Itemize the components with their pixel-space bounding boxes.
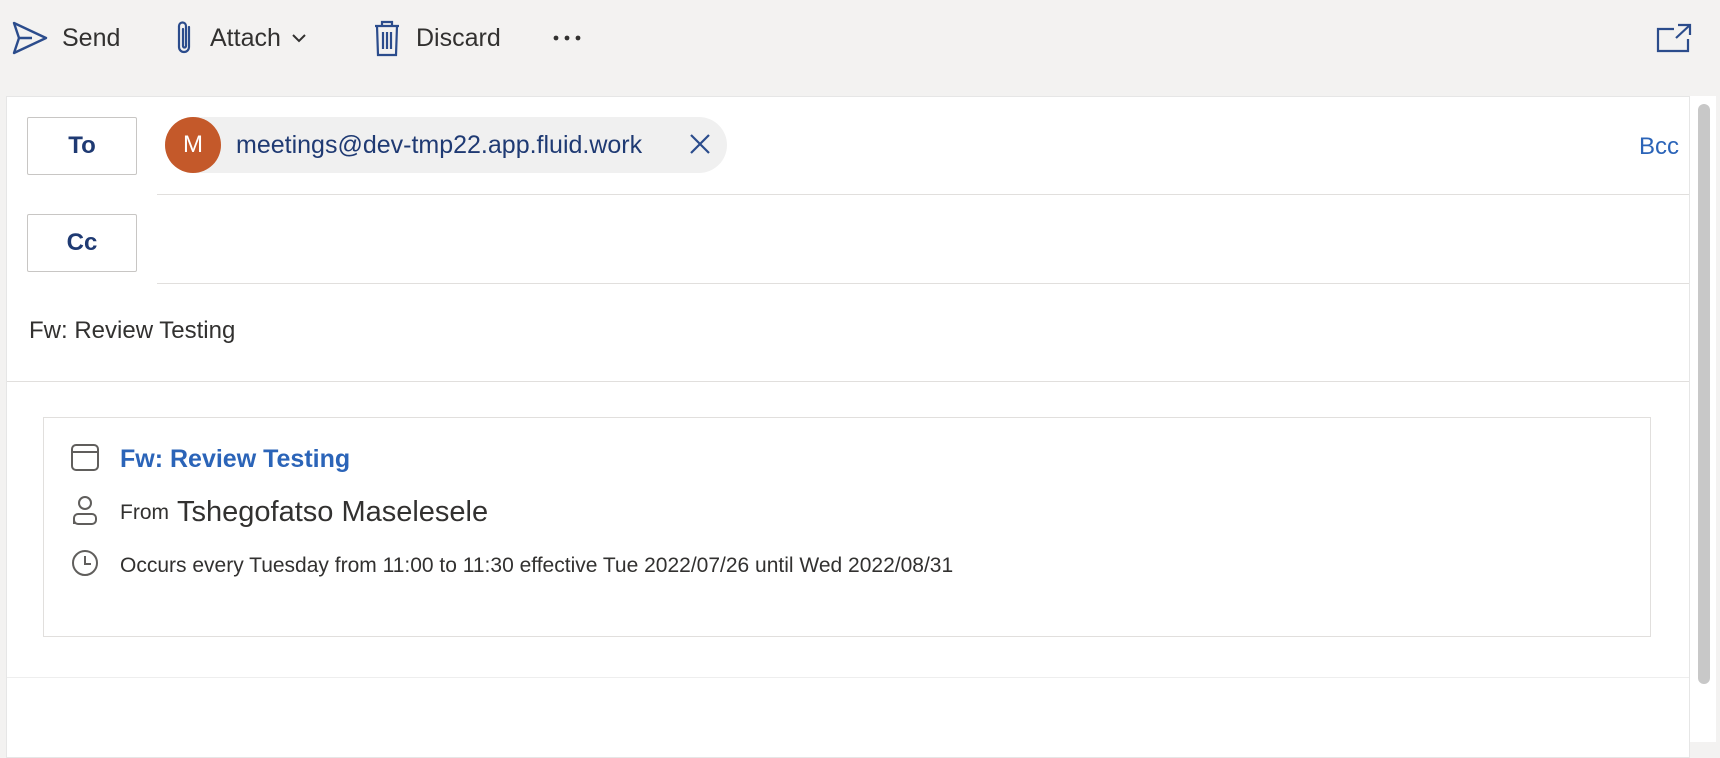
meeting-title-link[interactable]: Fw: Review Testing	[120, 445, 350, 474]
clock-icon	[70, 548, 100, 583]
discard-label: Discard	[416, 23, 501, 52]
meeting-title-row: Fw: Review Testing	[70, 442, 350, 477]
organizer-name: Tshegofatso Maselesele	[177, 496, 489, 528]
divider	[157, 194, 1689, 195]
meeting-from-row: From Tshegofatso Maselesele	[70, 494, 488, 531]
send-button[interactable]: Send	[12, 14, 120, 62]
paperclip-icon	[174, 19, 196, 57]
chevron-down-icon[interactable]	[291, 33, 307, 43]
scrollbar-thumb[interactable]	[1698, 104, 1710, 684]
recipient-chip[interactable]: M meetings@dev-tmp22.app.fluid.work	[165, 117, 727, 173]
discard-button[interactable]: Discard	[372, 14, 501, 62]
occurrence-text: Occurs every Tuesday from 11:00 to 11:30…	[120, 553, 954, 577]
trash-icon	[372, 18, 402, 58]
cc-button[interactable]: Cc	[27, 214, 137, 272]
calendar-icon	[70, 442, 100, 477]
toolbar: Send Attach Discard	[0, 0, 1720, 80]
attach-button[interactable]: Attach	[174, 14, 307, 62]
person-icon	[70, 494, 100, 531]
more-options-button[interactable]	[552, 14, 582, 62]
from-label: From	[120, 500, 169, 524]
send-icon	[12, 21, 48, 55]
divider	[7, 677, 1689, 678]
recipient-email: meetings@dev-tmp22.app.fluid.work	[236, 130, 643, 159]
close-icon[interactable]	[687, 131, 713, 162]
popout-icon	[1656, 23, 1692, 53]
divider	[157, 283, 1689, 284]
meeting-occurrence-row: Occurs every Tuesday from 11:00 to 11:30…	[70, 548, 953, 583]
popout-button[interactable]	[1656, 14, 1692, 62]
more-icon	[552, 34, 582, 42]
subject-input[interactable]: Fw: Review Testing	[29, 317, 235, 345]
to-button[interactable]: To	[27, 117, 137, 175]
bcc-link[interactable]: Bcc	[1639, 133, 1679, 161]
send-label: Send	[62, 23, 121, 52]
divider	[7, 381, 1689, 382]
meeting-card: Fw: Review Testing From Tshegofatso Mase…	[43, 417, 1651, 637]
compose-pane: To M meetings@dev-tmp22.app.fluid.work B…	[6, 96, 1690, 758]
avatar: M	[165, 117, 221, 173]
attach-label: Attach	[210, 23, 281, 52]
